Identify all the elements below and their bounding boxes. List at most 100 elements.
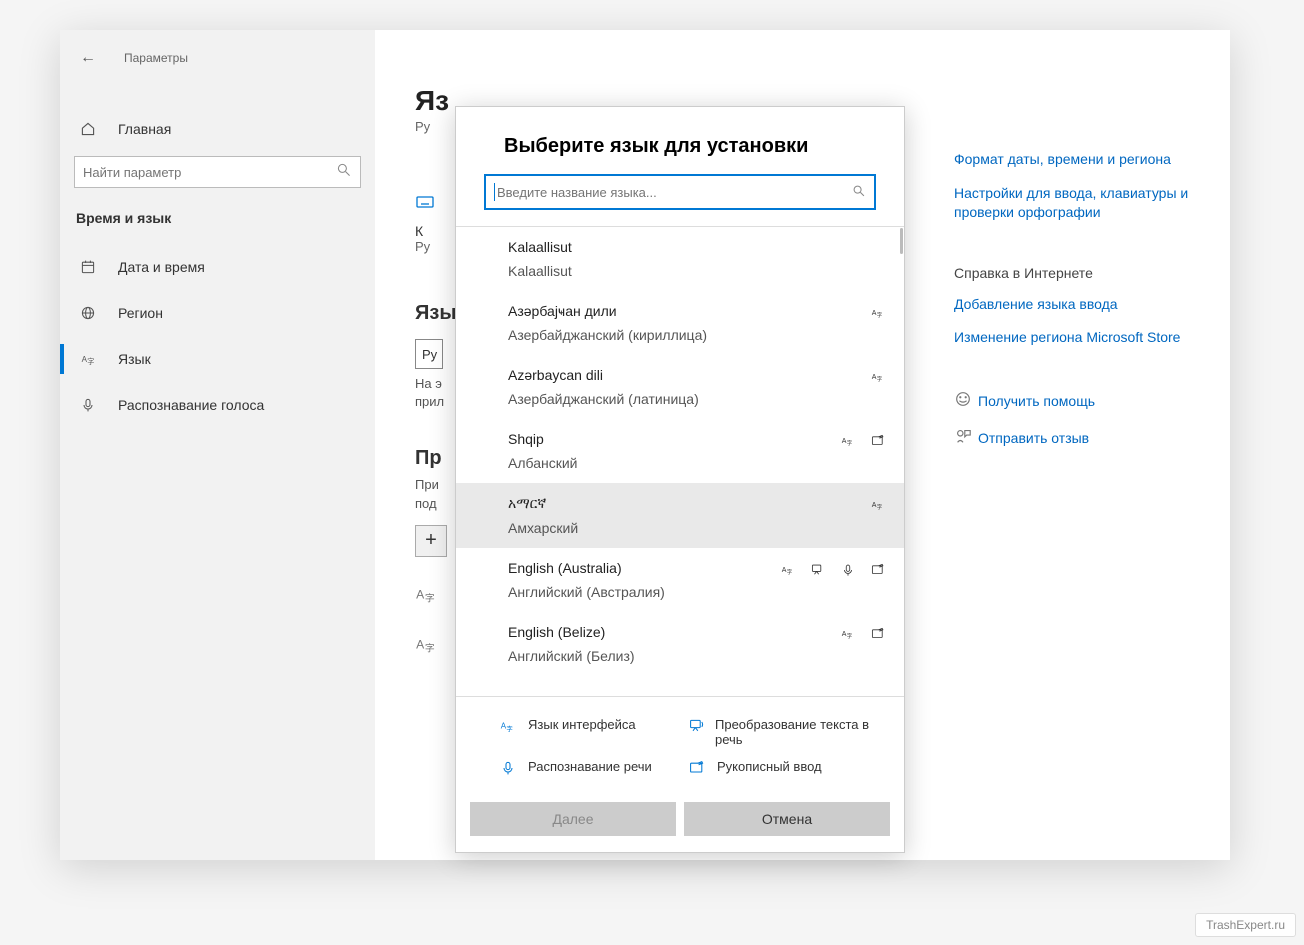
language-native-name: አማርኛ bbox=[508, 495, 852, 512]
dialog-title: Выберите язык для установки bbox=[456, 107, 904, 174]
link-change-region[interactable]: Изменение региона Microsoft Store bbox=[954, 328, 1194, 348]
window-title: Параметры bbox=[124, 51, 188, 65]
link-add-language[interactable]: Добавление языка ввода bbox=[954, 295, 1194, 315]
svg-text:字: 字 bbox=[877, 503, 883, 511]
language-native-name: Azərbaycan dili bbox=[508, 367, 852, 383]
feedback-icon bbox=[954, 427, 978, 450]
dialog-buttons: Далее Отмена bbox=[456, 802, 904, 852]
back-row[interactable]: ← Параметры bbox=[60, 38, 375, 78]
hand-icon bbox=[870, 562, 886, 578]
lang-icon: A字 bbox=[840, 626, 856, 642]
language-option[interactable]: አማርኛ Амхарский A字 bbox=[456, 483, 904, 548]
language-option[interactable]: Azərbaycan dili Азербайджанский (латиница… bbox=[456, 355, 904, 419]
lang-icon: A字 bbox=[870, 305, 886, 321]
home-label: Главная bbox=[118, 121, 171, 137]
feature-legend: A字 Язык интерфейса Преобразование текста… bbox=[456, 697, 904, 802]
legend-tts: Преобразование текста в речь bbox=[685, 711, 874, 753]
svg-text:字: 字 bbox=[847, 439, 853, 447]
home-nav[interactable]: Главная bbox=[60, 106, 375, 152]
tts-icon bbox=[689, 717, 705, 738]
language-feature-icons: A字 bbox=[840, 626, 886, 642]
svg-text:A: A bbox=[416, 637, 425, 651]
sidebar-list: Дата и время Регион A字 Язык Распознавани… bbox=[60, 244, 375, 428]
sidebar-item-label: Распознавание голоса bbox=[118, 397, 264, 413]
sidebar-item-date-time[interactable]: Дата и время bbox=[60, 244, 375, 290]
svg-text:字: 字 bbox=[87, 357, 94, 366]
hand-icon bbox=[870, 433, 886, 449]
lang-field-fragment[interactable]: Ру bbox=[415, 339, 443, 369]
legend-label: Язык интерфейса bbox=[528, 717, 636, 732]
language-feature-icons: A字 bbox=[840, 433, 886, 449]
lang-icon: A字 bbox=[870, 369, 886, 385]
language-feature-icons: A字 bbox=[780, 562, 886, 578]
language-native-name: Азәрбајҹан дили bbox=[508, 303, 852, 319]
handwriting-icon bbox=[689, 759, 707, 780]
link-feedback[interactable]: Отправить отзыв bbox=[954, 427, 1194, 450]
help-icon bbox=[954, 390, 978, 413]
sidebar-section-title: Время и язык bbox=[60, 188, 375, 226]
link-label: Получить помощь bbox=[978, 393, 1095, 409]
svg-text:字: 字 bbox=[506, 724, 512, 733]
lang-icon: A字 bbox=[840, 433, 856, 449]
sidebar-item-label: Дата и время bbox=[118, 259, 205, 275]
keyboard-icon bbox=[415, 192, 435, 217]
sidebar-search[interactable] bbox=[74, 156, 361, 188]
sidebar-item-language[interactable]: A字 Язык bbox=[60, 336, 375, 382]
language-option[interactable]: Азәрбајҹан дили Азербайджанский (кириллиц… bbox=[456, 291, 904, 355]
language-icon: A字 bbox=[78, 351, 98, 367]
svg-text:字: 字 bbox=[787, 568, 793, 576]
legend-label: Рукописный ввод bbox=[717, 759, 822, 774]
watermark: TrashExpert.ru bbox=[1195, 913, 1296, 937]
link-date-format[interactable]: Формат даты, времени и региона bbox=[954, 150, 1194, 170]
back-icon: ← bbox=[78, 49, 98, 67]
language-translated-name: Амхарский bbox=[508, 520, 852, 536]
link-get-help[interactable]: Получить помощь bbox=[954, 390, 1194, 413]
language-option[interactable]: English (Belize)Английский (Белиз)A字 bbox=[456, 612, 904, 676]
language-translated-name: Азербайджанский (латиница) bbox=[508, 391, 852, 407]
sidebar-item-speech[interactable]: Распознавание голоса bbox=[60, 382, 375, 428]
lang-icon: A字 bbox=[780, 562, 796, 578]
microphone-icon bbox=[78, 397, 98, 413]
svg-text:字: 字 bbox=[425, 641, 435, 654]
language-picker-dialog: Выберите язык для установки KalaallisutK… bbox=[455, 106, 905, 853]
calendar-icon bbox=[78, 259, 98, 275]
search-icon bbox=[852, 184, 866, 201]
sidebar-search-input[interactable] bbox=[83, 165, 336, 180]
language-feature-icons: A字 bbox=[870, 497, 886, 513]
next-button[interactable]: Далее bbox=[470, 802, 676, 836]
dialog-search[interactable] bbox=[484, 174, 876, 210]
legend-speech: Распознавание речи bbox=[496, 753, 685, 786]
language-native-name: Shqip bbox=[508, 431, 852, 447]
speech-icon bbox=[840, 562, 856, 578]
language-option[interactable]: Shqip Албанский A字 bbox=[456, 419, 904, 483]
add-language-button[interactable]: + bbox=[415, 525, 447, 557]
language-option[interactable]: KalaallisutKalaallisut bbox=[456, 227, 904, 291]
svg-text:A: A bbox=[416, 587, 425, 601]
language-list[interactable]: KalaallisutKalaallisut Азәрбајҹан дили Азе… bbox=[456, 227, 904, 696]
settings-window: ← Параметры Главная Время и язык Да bbox=[60, 30, 1230, 860]
display-language-icon: A字 bbox=[500, 717, 518, 738]
help-heading: Справка в Интернете bbox=[954, 265, 1194, 281]
link-label: Отправить отзыв bbox=[978, 430, 1089, 446]
language-option[interactable]: English (Australia)Английский (Австралия… bbox=[456, 548, 904, 612]
speech-icon bbox=[500, 759, 518, 780]
text-cursor bbox=[494, 183, 495, 201]
hand-icon bbox=[870, 626, 886, 642]
language-feature-icons: A字 bbox=[870, 305, 886, 321]
cancel-button[interactable]: Отмена bbox=[684, 802, 890, 836]
dialog-search-input[interactable] bbox=[497, 185, 852, 200]
legend-handwriting: Рукописный ввод bbox=[685, 753, 874, 786]
sidebar-item-region[interactable]: Регион bbox=[60, 290, 375, 336]
svg-text:字: 字 bbox=[877, 375, 883, 383]
home-icon bbox=[78, 121, 98, 137]
lang-icon: A字 bbox=[870, 497, 886, 513]
sidebar-item-label: Язык bbox=[118, 351, 151, 367]
legend-label: Распознавание речи bbox=[528, 759, 652, 774]
link-input-settings[interactable]: Настройки для ввода, клавиатуры и провер… bbox=[954, 184, 1194, 223]
language-translated-name: Албанский bbox=[508, 455, 852, 471]
language-translated-name: Kalaallisut bbox=[508, 263, 852, 279]
related-links: Формат даты, времени и региона Настройки… bbox=[954, 150, 1194, 492]
language-translated-name: Азербайджанский (кириллица) bbox=[508, 327, 852, 343]
search-icon bbox=[336, 162, 352, 183]
svg-text:字: 字 bbox=[847, 632, 853, 640]
